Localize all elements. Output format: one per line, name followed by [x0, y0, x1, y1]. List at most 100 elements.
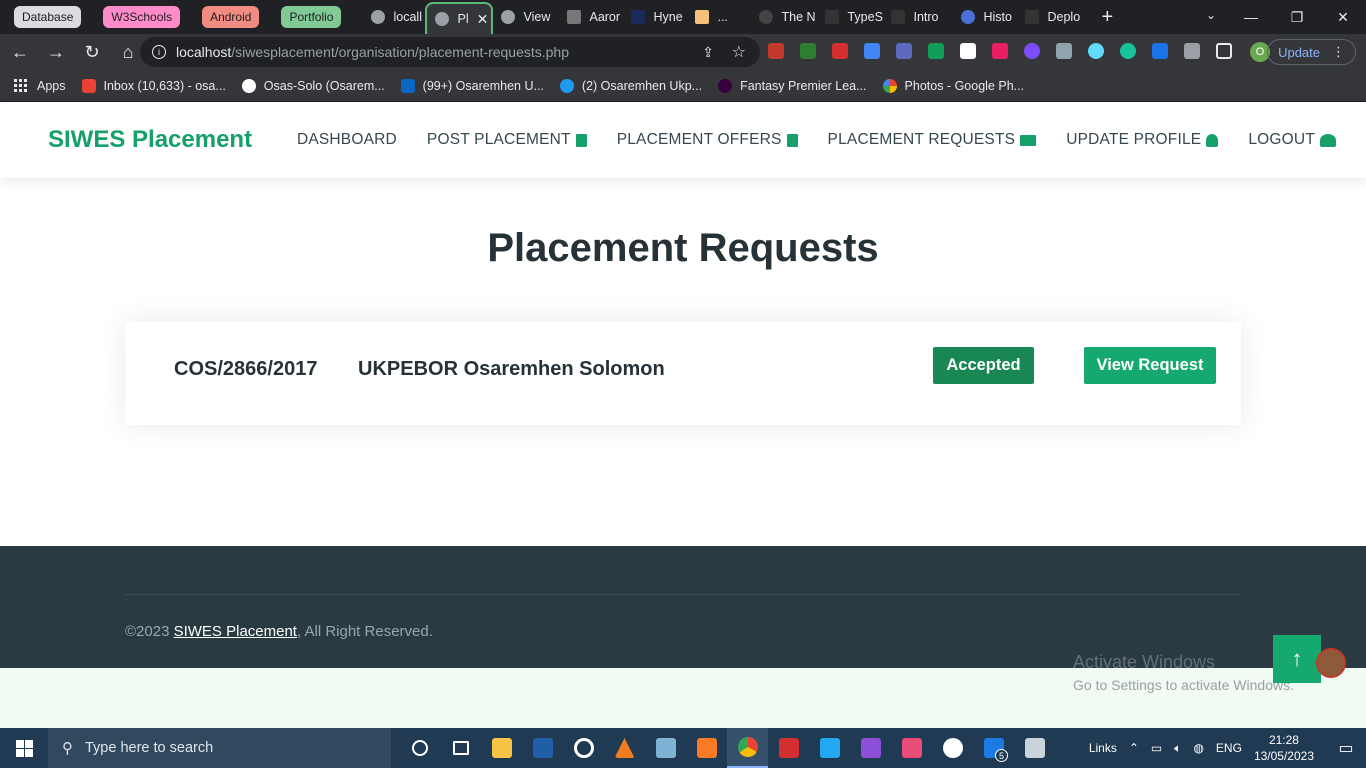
bookmark-twitter[interactable]: (2) Osaremhen Ukp...: [559, 78, 703, 93]
browser-tab[interactable]: TypeS: [817, 0, 883, 34]
close-window-icon[interactable]: ✕: [1320, 0, 1366, 34]
side-panel-icon[interactable]: [1216, 43, 1232, 59]
start-button[interactable]: [0, 728, 48, 768]
translate-extension-icon[interactable]: [864, 43, 880, 59]
extension-icon[interactable]: [992, 43, 1008, 59]
nav-update-profile[interactable]: UPDATE PROFILE: [1066, 131, 1219, 149]
taskbar-search[interactable]: ⚲ Type here to search: [48, 728, 391, 768]
back-icon[interactable]: ←: [4, 36, 36, 68]
nav-placement-offers[interactable]: PLACEMENT OFFERS: [617, 131, 798, 149]
extension-icon[interactable]: [1152, 43, 1168, 59]
language-indicator[interactable]: ENG: [1216, 741, 1242, 755]
bookmark-gmail[interactable]: Inbox (10,633) - osa...: [81, 78, 226, 93]
site-info-icon[interactable]: i: [152, 45, 166, 59]
app-icon[interactable]: [522, 728, 563, 768]
extension-icon[interactable]: [768, 43, 784, 59]
app-icon[interactable]: [1014, 728, 1055, 768]
new-tab-icon[interactable]: +: [1101, 6, 1113, 29]
browser-tab[interactable]: ...: [687, 0, 751, 34]
extension-icon[interactable]: [1024, 43, 1040, 59]
extension-icon[interactable]: [896, 43, 912, 59]
app-icon[interactable]: [645, 728, 686, 768]
grammarly-icon[interactable]: [1120, 43, 1136, 59]
react-devtools-icon[interactable]: [1088, 43, 1104, 59]
linkedin-icon: [400, 78, 415, 93]
chrome-icon[interactable]: [727, 728, 768, 768]
footer-brand-link[interactable]: SIWES Placement: [174, 623, 297, 640]
browser-tab[interactable]: Intro: [883, 0, 953, 34]
network-icon[interactable]: ◍: [1193, 741, 1203, 755]
matric-number: COS/2866/2017: [174, 358, 318, 380]
nav-dashboard[interactable]: DASHBOARD: [297, 131, 397, 149]
xampp-icon[interactable]: [686, 728, 727, 768]
chevron-up-icon[interactable]: ⌃: [1129, 741, 1139, 755]
cortana-icon[interactable]: [399, 728, 440, 768]
site-brand[interactable]: SIWES Placement: [48, 126, 252, 154]
arrow-up-icon: ↑: [1291, 646, 1303, 671]
site-footer: ©2023 SIWES Placement, All Right Reserve…: [0, 546, 1366, 668]
bookmark-apps[interactable]: Apps: [14, 79, 66, 93]
browser-tab[interactable]: Aaror: [559, 0, 623, 34]
phpstorm-icon[interactable]: [850, 728, 891, 768]
update-label: Update: [1278, 44, 1320, 60]
bookmark-linkedin[interactable]: (99+) Osaremhen U...: [400, 78, 544, 93]
app-icon[interactable]: [563, 728, 604, 768]
forward-icon[interactable]: →: [40, 36, 72, 68]
bookmark-star-icon[interactable]: ☆: [732, 42, 746, 62]
share-icon[interactable]: ⇪: [702, 44, 714, 61]
pdf-extension-icon[interactable]: [832, 43, 848, 59]
notification-center-icon[interactable]: ▭: [1326, 738, 1366, 758]
browser-tab[interactable]: Deplo: [1017, 0, 1087, 34]
bookmark-label: (2) Osaremhen Ukp...: [581, 78, 703, 93]
drive-extension-icon[interactable]: [928, 43, 944, 59]
browser-tab[interactable]: The N: [751, 0, 817, 34]
browser-tab[interactable]: Hyne: [623, 0, 687, 34]
tab-group-android[interactable]: Android: [202, 6, 260, 28]
bookmark-github[interactable]: Osas-Solo (Osarem...: [241, 78, 385, 93]
nav-label: PLACEMENT REQUESTS: [827, 131, 1016, 148]
puzzle-icon[interactable]: [1184, 43, 1200, 59]
student-name: UKPEBOR Osaremhen Solomon: [358, 358, 665, 380]
nav-post-placement[interactable]: POST PLACEMENT: [427, 131, 587, 149]
extension-icon[interactable]: [1056, 43, 1072, 59]
vlc-icon[interactable]: [604, 728, 645, 768]
tab-group-portfolio[interactable]: Portfolio: [281, 6, 342, 28]
view-request-button[interactable]: View Request: [1084, 347, 1216, 384]
volume-icon[interactable]: 🔈︎: [1174, 741, 1181, 756]
dev-icon: [891, 10, 906, 24]
tab-group-database[interactable]: Database: [14, 6, 82, 28]
address-bar[interactable]: i localhost/siwesplacement/organisation/…: [140, 37, 760, 67]
url-host: localhost: [176, 44, 232, 60]
scroll-to-top-button[interactable]: ↑: [1273, 635, 1321, 683]
acrobat-icon[interactable]: [768, 728, 809, 768]
outlook-icon[interactable]: 5: [973, 728, 1014, 768]
reload-icon[interactable]: ↻: [76, 36, 108, 68]
browser-tab-active[interactable]: Pl ✕: [425, 2, 494, 34]
history-icon: [961, 10, 976, 24]
word-icon[interactable]: [932, 728, 973, 768]
battery-icon[interactable]: ▭: [1151, 741, 1162, 755]
close-tab-icon[interactable]: ✕: [477, 11, 489, 28]
minimize-icon[interactable]: —: [1228, 0, 1274, 34]
bookmark-fpl[interactable]: Fantasy Premier Lea...: [718, 78, 867, 93]
browser-tab[interactable]: locall: [363, 0, 425, 34]
restore-icon[interactable]: ❐: [1274, 0, 1320, 34]
tab-group-w3schools[interactable]: W3Schools: [103, 6, 181, 28]
browser-tab[interactable]: Histo: [953, 0, 1017, 34]
task-view-icon[interactable]: [440, 728, 481, 768]
browser-tab[interactable]: View: [493, 0, 559, 34]
twitter-icon: [559, 78, 574, 93]
wikipedia-extension-icon[interactable]: [960, 43, 976, 59]
nav-placement-requests[interactable]: PLACEMENT REQUESTS: [828, 131, 1037, 149]
bookmark-google-photos[interactable]: Photos - Google Ph...: [882, 78, 1024, 93]
extension-icon[interactable]: [800, 43, 816, 59]
intellij-icon[interactable]: [891, 728, 932, 768]
tab-search-icon[interactable]: ⌄: [1206, 8, 1216, 22]
nav-logout[interactable]: LOGOUT: [1248, 131, 1336, 149]
update-button[interactable]: Update ⋮: [1267, 39, 1356, 65]
links-toolbar[interactable]: Links: [1089, 741, 1117, 755]
file-explorer-icon[interactable]: [481, 728, 522, 768]
floating-avatar[interactable]: [1316, 648, 1346, 678]
clock[interactable]: 21:28 13/05/2023: [1254, 732, 1314, 764]
vscode-icon[interactable]: [809, 728, 850, 768]
